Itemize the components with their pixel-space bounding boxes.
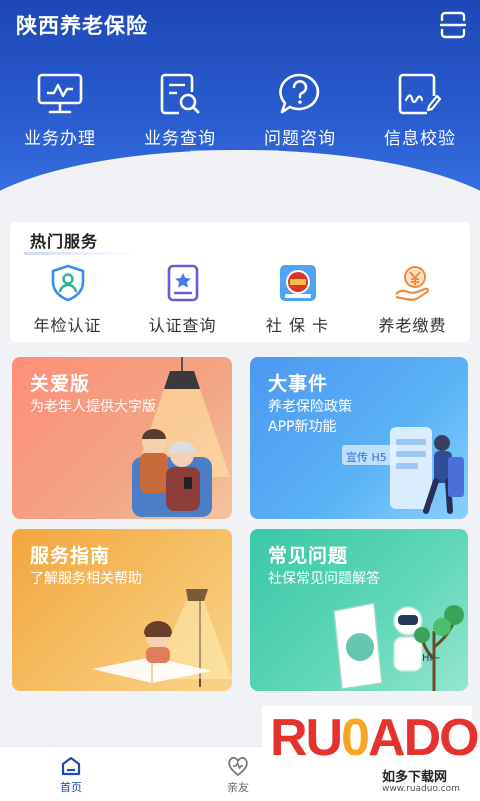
events-card-title: 大事件 — [268, 373, 329, 395]
faq-card-subtitle: 社保常见问题解答 — [268, 571, 380, 587]
elderly-couple-illustration — [132, 357, 230, 517]
home-icon — [61, 756, 81, 776]
social-security-card-icon — [279, 265, 316, 301]
brand-ado: ADO — [368, 709, 480, 767]
robot-greeting: Hi~ — [422, 653, 441, 664]
nav-family[interactable]: 亲友 — [226, 755, 250, 795]
events-subtitle-line1: 养老保险政策 — [268, 399, 352, 415]
nav-home[interactable]: 首页 — [60, 755, 82, 795]
scan-icon — [439, 11, 467, 39]
hot-pension-payment[interactable]: 养老缴费 — [357, 264, 469, 336]
nav-label: 首页 — [60, 781, 82, 794]
shield-person-icon — [51, 264, 84, 302]
monitor-chart-icon — [37, 73, 83, 114]
question-bubble-icon — [279, 73, 320, 114]
nav-label: 亲友 — [227, 781, 249, 794]
watermark-logo: RU0ADO 如多下载网 www.ruaduo.com — [262, 706, 480, 800]
scan-menu-button[interactable] — [438, 10, 468, 40]
hot-services-title: 热门服务 — [30, 232, 99, 251]
watermark-cn: 如多下载网 — [382, 770, 448, 785]
quick-label: 业务办理 — [24, 129, 96, 149]
care-card-title: 关爱版 — [30, 373, 91, 395]
hot-label: 年检认证 — [33, 316, 102, 335]
faq-card[interactable]: 常见问题 社保常见问题解答 Hi~ — [250, 529, 468, 691]
quick-actions: 业务办理 业务查询 问题咨询 信息校验 — [0, 72, 480, 149]
quick-info-verify[interactable]: 信息校验 — [362, 72, 478, 149]
hot-certification-query[interactable]: 认证查询 — [127, 264, 239, 336]
app-title: 陕西养老保险 — [16, 14, 148, 38]
hot-annual-certification[interactable]: 年检认证 — [12, 264, 124, 336]
quick-label: 业务查询 — [144, 129, 216, 149]
robot-book-illustration — [333, 602, 464, 691]
header-banner: 陕西养老保险 业务办理 业务查询 问题咨询 信息校验 — [0, 0, 480, 222]
watermark-url: www.ruaduo.com — [382, 784, 460, 794]
yuan-hand-icon — [394, 266, 429, 301]
heart-icon — [228, 756, 248, 777]
certificate-star-icon — [167, 264, 198, 302]
quick-business-query[interactable]: 业务查询 — [122, 72, 238, 149]
person-phone-illustration — [342, 427, 464, 514]
hot-social-security-card[interactable]: 社 保 卡 — [242, 264, 354, 336]
brand-ru: RU — [270, 709, 343, 767]
major-events-card[interactable]: 大事件 养老保险政策 APP新功能 宣传 H5 — [250, 357, 468, 519]
guide-card-title: 服务指南 — [30, 545, 111, 567]
quick-label: 问题咨询 — [264, 129, 336, 149]
signature-check-icon — [398, 73, 442, 115]
service-guide-card[interactable]: 服务指南 了解服务相关帮助 — [12, 529, 232, 691]
reading-child-illustration — [92, 589, 232, 687]
title-underline — [24, 252, 134, 255]
quick-business-handle[interactable]: 业务办理 — [2, 72, 118, 149]
quick-question-consult[interactable]: 问题咨询 — [242, 72, 358, 149]
hot-label: 养老缴费 — [378, 316, 447, 335]
hot-services-panel: 热门服务 年检认证 认证查询 社 保 卡 养老缴费 — [10, 222, 470, 342]
care-edition-card[interactable]: 关爱版 为老年人提供大字版 — [12, 357, 232, 519]
faq-card-title: 常见问题 — [268, 545, 349, 567]
brand-o: 0 — [341, 709, 370, 767]
quick-label: 信息校验 — [384, 129, 456, 149]
hot-label: 认证查询 — [148, 316, 217, 335]
events-badge: 宣传 H5 — [346, 451, 387, 464]
hot-label: 社 保 卡 — [265, 316, 330, 335]
watermark-brand: RU0ADO — [270, 708, 480, 768]
document-search-icon — [160, 73, 200, 115]
